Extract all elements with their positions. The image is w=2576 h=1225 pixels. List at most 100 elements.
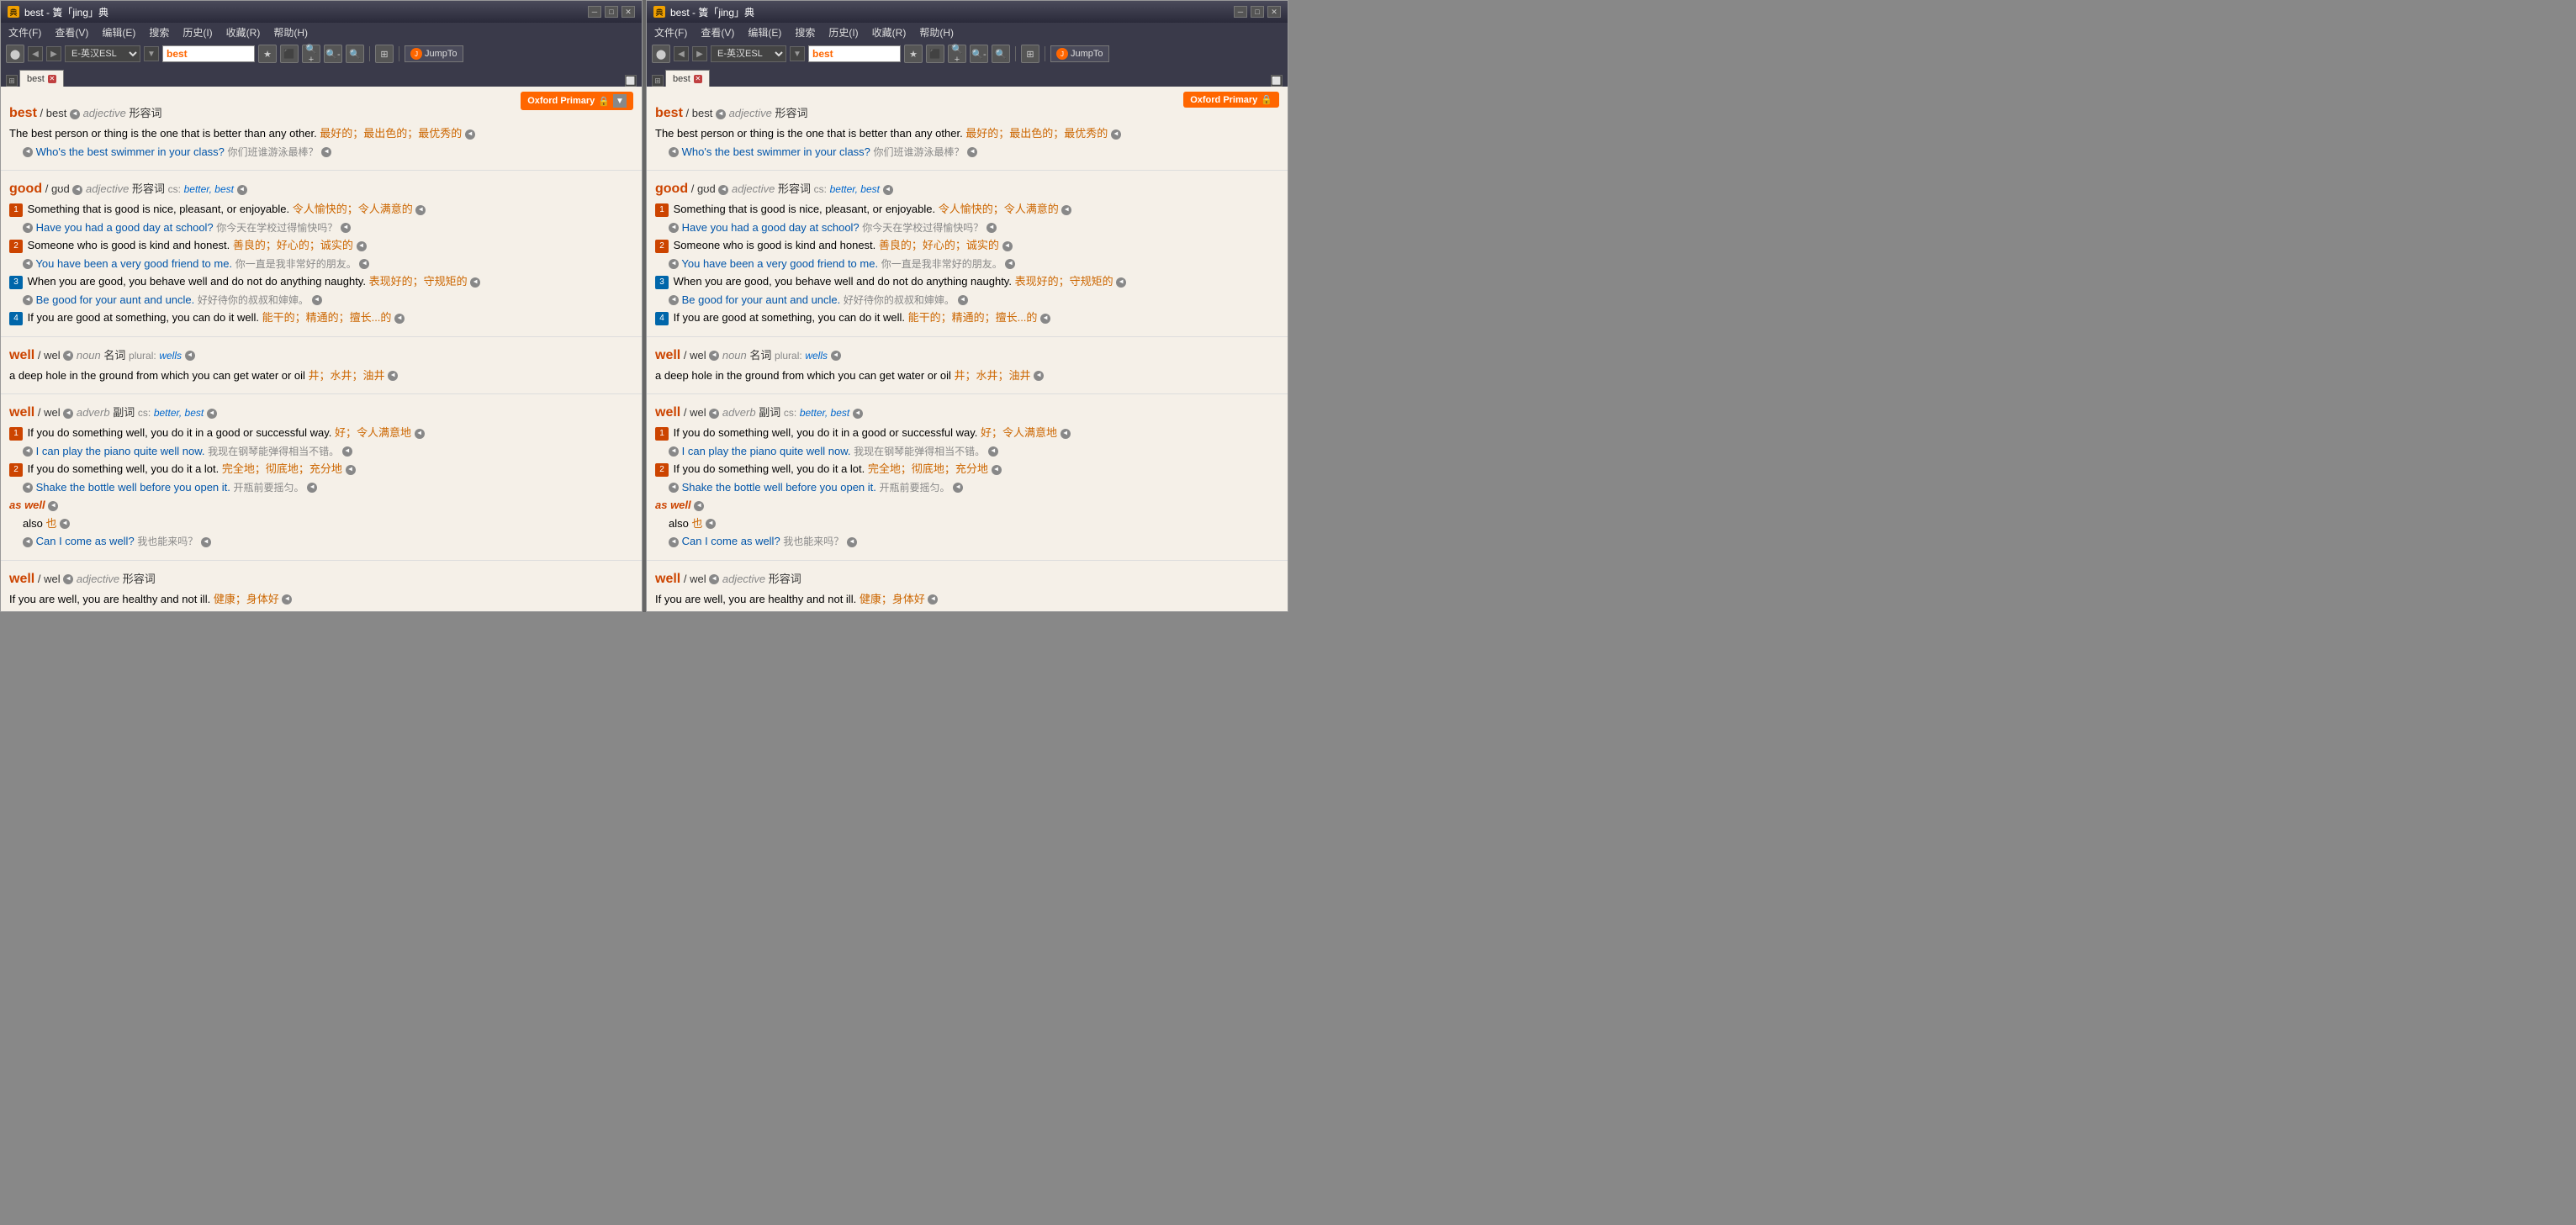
audio-good-ex1b-r[interactable] — [986, 223, 997, 233]
dict-nav-right[interactable]: ▼ — [790, 46, 805, 61]
menu-help-right[interactable]: 帮助(H) — [917, 25, 956, 40]
zoom-in-right[interactable]: 🔍+ — [948, 45, 966, 63]
oxford-expand-btn-left[interactable]: ▼ — [613, 94, 627, 108]
tab-expand-btn-right[interactable]: ⬜ — [1271, 75, 1283, 87]
audio-well-adj-r[interactable] — [709, 574, 719, 584]
icon-btn-2-left[interactable]: ⬛ — [280, 45, 299, 63]
audio-good-4-r[interactable] — [1040, 314, 1050, 324]
audio-good-3-r[interactable] — [1116, 277, 1126, 288]
audio-good-ex2b-r[interactable] — [1005, 259, 1015, 269]
audio-good-ex1b[interactable] — [341, 223, 351, 233]
menu-search-right[interactable]: 搜索 — [792, 25, 817, 40]
audio-as-well-ex[interactable] — [23, 537, 33, 547]
audio-good-ex2-r[interactable] — [669, 259, 679, 269]
audio-good-ex3b-r[interactable] — [958, 295, 968, 305]
audio-good-2-r[interactable] — [1002, 241, 1013, 251]
tab-best-close-right[interactable]: ✕ — [694, 75, 702, 83]
audio-good-ex1-r[interactable] — [669, 223, 679, 233]
audio-well-adv-2[interactable] — [346, 465, 356, 475]
menu-history-left[interactable]: 历史(I) — [180, 25, 214, 40]
audio-well-adv-ex1[interactable] — [23, 446, 33, 457]
audio-well-adj[interactable] — [63, 574, 73, 584]
menu-favorites-left[interactable]: 收藏(R) — [224, 25, 263, 40]
minimize-button-right[interactable]: ─ — [1234, 6, 1247, 18]
zoom-in-left[interactable]: 🔍+ — [302, 45, 320, 63]
bookmark-btn-right[interactable]: ★ — [904, 45, 923, 63]
maximize-button-right[interactable]: □ — [1251, 6, 1264, 18]
content-area-left[interactable]: Oxford Primary 🔒 ▼ best / best adjective… — [1, 87, 642, 611]
audio-good-cs-r[interactable] — [883, 185, 893, 195]
audio-as-well-ex-r[interactable] — [669, 537, 679, 547]
audio-best-ex1[interactable] — [23, 147, 33, 157]
audio-well-noun-def-r[interactable] — [1034, 371, 1044, 381]
audio-good-3[interactable] — [470, 277, 480, 288]
audio-as-well-def-r[interactable] — [706, 519, 716, 529]
audio-as-well-r[interactable] — [694, 501, 704, 511]
audio-well-adj-def[interactable] — [282, 594, 292, 605]
dict-select-right[interactable]: E-英汉ESL — [711, 45, 786, 62]
audio-well-adv-1[interactable] — [415, 429, 425, 439]
audio-as-well-exb-r[interactable] — [847, 537, 857, 547]
content-area-right[interactable]: Oxford Primary 🔒 best / best adjective 形… — [647, 87, 1288, 611]
audio-good-1[interactable] — [415, 205, 426, 215]
audio-well-noun-r[interactable] — [709, 351, 719, 361]
jumpto-btn-right[interactable]: J JumpTo — [1050, 45, 1109, 62]
audio-well-adv-cs-r[interactable] — [853, 409, 863, 419]
audio-good-4[interactable] — [394, 314, 405, 324]
dict-select-left[interactable]: E-英汉ESL — [65, 45, 140, 62]
audio-well-adv-cs[interactable] — [207, 409, 217, 419]
audio-good-ex3[interactable] — [23, 295, 33, 305]
zoom-reset-left[interactable]: 🔍 — [346, 45, 364, 63]
icon-btn-2-right[interactable]: ⬛ — [926, 45, 944, 63]
close-button-right[interactable]: ✕ — [1267, 6, 1281, 18]
audio-well-adv-ex2b-r[interactable] — [953, 483, 963, 493]
audio-well-adv[interactable] — [63, 409, 73, 419]
audio-best-ex1-r[interactable] — [669, 147, 679, 157]
close-button-left[interactable]: ✕ — [622, 6, 635, 18]
audio-best-def[interactable] — [465, 129, 475, 140]
audio-good-2[interactable] — [357, 241, 367, 251]
audio-well-adv-1-r[interactable] — [1061, 429, 1071, 439]
tab-best-right[interactable]: best ✕ — [665, 70, 710, 87]
audio-as-well-def[interactable] — [60, 519, 70, 529]
menu-help-left[interactable]: 帮助(H) — [271, 25, 310, 40]
forward-btn-right[interactable]: ▶ — [692, 46, 707, 61]
audio-best-ex1b[interactable] — [321, 147, 331, 157]
audio-best-def-r[interactable] — [1111, 129, 1121, 140]
zoom-out-left[interactable]: 🔍- — [324, 45, 342, 63]
maximize-button-left[interactable]: □ — [605, 6, 618, 18]
audio-well-adj-def-r[interactable] — [928, 594, 938, 605]
audio-best-r[interactable] — [716, 109, 726, 119]
audio-well-adv-r[interactable] — [709, 409, 719, 419]
audio-well-noun-def[interactable] — [388, 371, 398, 381]
toolbar-btn-1-right[interactable]: ⬤ — [652, 45, 670, 63]
audio-good-ex3b[interactable] — [312, 295, 322, 305]
audio-well-noun-cs[interactable] — [185, 351, 195, 361]
audio-best[interactable] — [70, 109, 80, 119]
forward-btn-left[interactable]: ▶ — [46, 46, 61, 61]
tab-size-btn-left[interactable]: ⊞ — [6, 75, 18, 87]
tab-size-btn-right[interactable]: ⊞ — [652, 75, 664, 87]
audio-best-ex1b-r[interactable] — [967, 147, 977, 157]
menu-history-right[interactable]: 历史(I) — [826, 25, 860, 40]
audio-good-1-r[interactable] — [1061, 205, 1071, 215]
audio-good-ex2b[interactable] — [359, 259, 369, 269]
menu-edit-left[interactable]: 编辑(E) — [99, 25, 138, 40]
audio-well-adv-ex2b[interactable] — [307, 483, 317, 493]
menu-view-right[interactable]: 查看(V) — [698, 25, 737, 40]
audio-well-adv-ex1b[interactable] — [342, 446, 352, 457]
menu-favorites-right[interactable]: 收藏(R) — [870, 25, 909, 40]
search-input-left[interactable] — [162, 45, 255, 62]
tab-expand-btn-left[interactable]: ⬜ — [625, 75, 637, 87]
toolbar-btn-1-left[interactable]: ⬤ — [6, 45, 24, 63]
dict-nav-left[interactable]: ▼ — [144, 46, 159, 61]
audio-good-ex2[interactable] — [23, 259, 33, 269]
audio-good-cs[interactable] — [237, 185, 247, 195]
menu-edit-right[interactable]: 编辑(E) — [745, 25, 784, 40]
audio-well-adv-ex1b-r[interactable] — [988, 446, 998, 457]
tab-best-close-left[interactable]: ✕ — [48, 75, 56, 83]
audio-well-noun-cs-r[interactable] — [831, 351, 841, 361]
audio-well-adv-ex1-r[interactable] — [669, 446, 679, 457]
layout-btn-left[interactable]: ⊞ — [375, 45, 394, 63]
menu-file-left[interactable]: 文件(F) — [6, 25, 44, 40]
